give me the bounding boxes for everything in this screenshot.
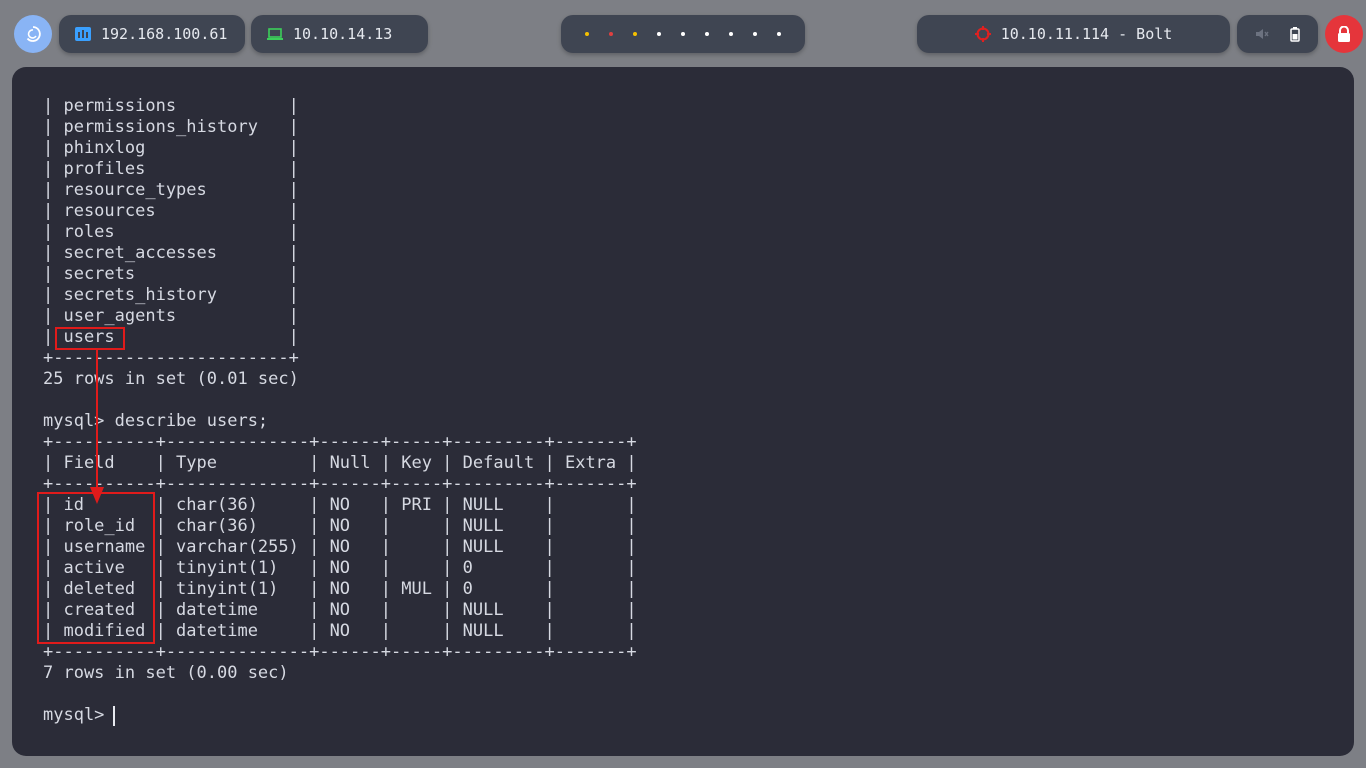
terminal-line: | Field | Type | Null | Key | Default | … — [43, 453, 637, 473]
workspace-8[interactable] — [743, 32, 767, 36]
terminal-line: | secret_accesses | — [43, 243, 299, 263]
top-bar: 192.168.100.61 10.10.14.13 10.10.11.114 … — [0, 0, 1366, 68]
users-table-highlight — [55, 327, 125, 350]
terminal-line: | phinxlog | — [43, 138, 299, 158]
speaker-muted-icon[interactable] — [1255, 27, 1269, 41]
system-tray — [1237, 15, 1318, 53]
workspace-4[interactable] — [647, 32, 671, 36]
terminal-line: | resource_types | — [43, 180, 299, 200]
battery-icon[interactable] — [1290, 26, 1300, 42]
terminal-line: | roles | — [43, 222, 299, 242]
prompt-line: mysql> — [43, 705, 115, 725]
terminal-line: | permissions | — [43, 96, 299, 116]
workspace-3[interactable] — [623, 32, 647, 36]
lock-icon[interactable] — [1325, 15, 1363, 53]
crosshair-icon — [974, 26, 991, 42]
workspace-7[interactable] — [719, 32, 743, 36]
terminal-line: | secrets_history | — [43, 285, 299, 305]
terminal-line: mysql> describe users; — [43, 411, 269, 431]
vpn-ip-label: 10.10.14.13 — [293, 25, 393, 43]
terminal-line: | profiles | — [43, 159, 299, 179]
terminal-line: | permissions_history | — [43, 117, 299, 137]
workspace-5[interactable] — [671, 32, 695, 36]
annotation-arrow — [90, 349, 104, 504]
workspace-1[interactable] — [575, 32, 599, 36]
terminal-line: +-----------------------+ — [43, 348, 299, 368]
terminal-window[interactable]: | permissions | | permissions_history | … — [12, 67, 1354, 756]
workspace-9[interactable] — [767, 32, 791, 36]
terminal-line: 7 rows in set (0.00 sec) — [43, 663, 289, 683]
host-ip-widget: 192.168.100.61 — [59, 15, 245, 53]
vpn-ip-widget: 10.10.14.13 — [251, 15, 428, 53]
network-icon — [75, 27, 91, 41]
target-label: 10.10.11.114 - Bolt — [1000, 25, 1173, 43]
terminal-line: +----------+--------------+------+-----+… — [43, 642, 637, 662]
terminal-line: +----------+--------------+------+-----+… — [43, 432, 637, 452]
workspace-switcher — [561, 15, 805, 53]
text-cursor — [113, 706, 115, 726]
host-ip-label: 192.168.100.61 — [101, 25, 228, 43]
debian-swirl-icon[interactable] — [14, 15, 52, 53]
terminal-line: | user_agents | — [43, 306, 299, 326]
terminal-line: 25 rows in set (0.01 sec) — [43, 369, 299, 389]
laptop-icon — [267, 27, 283, 41]
terminal-line: | secrets | — [43, 264, 299, 284]
workspace-2[interactable] — [599, 32, 623, 36]
target-widget: 10.10.11.114 - Bolt — [917, 15, 1230, 53]
workspace-6[interactable] — [695, 32, 719, 36]
terminal-line: | resources | — [43, 201, 299, 221]
fields-highlight — [37, 492, 155, 644]
